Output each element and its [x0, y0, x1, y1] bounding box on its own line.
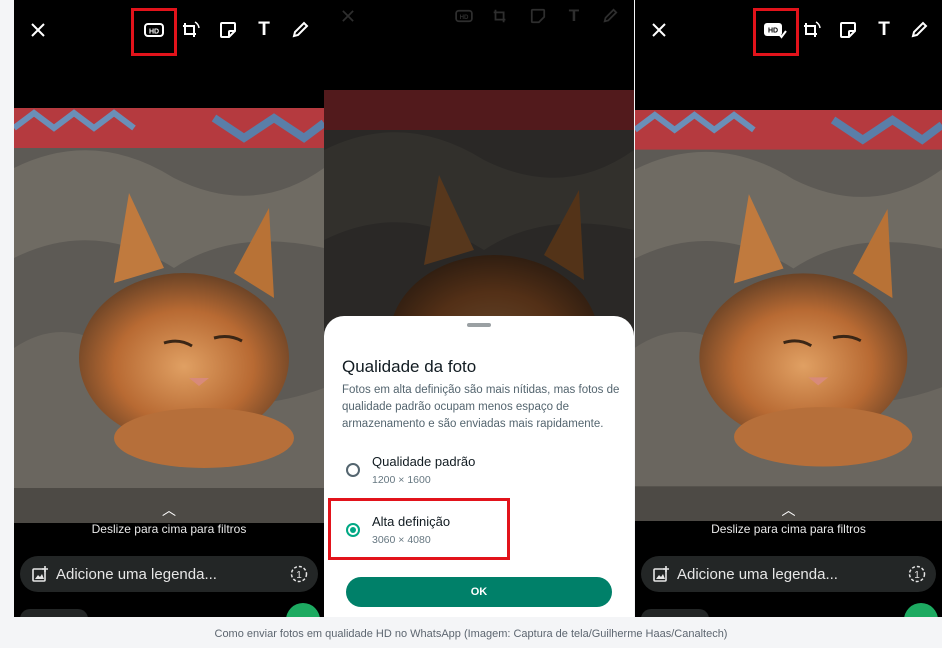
chevron-up-icon: ︿ — [162, 502, 176, 518]
cat-photo — [635, 108, 942, 523]
option-label: Qualidade padrão — [372, 454, 476, 469]
sheet-description: Fotos em alta definição são mais nítidas… — [342, 384, 620, 430]
hd-highlight-box — [753, 8, 799, 56]
option-resolution: 1200 × 1600 — [372, 474, 431, 486]
quality-sheet-panel: HD T Qualidade da foto Fotos em alta def… — [324, 0, 634, 617]
photo-quality-sheet: Qualidade da foto Fotos em alta definiçã… — [324, 316, 634, 617]
chevron-up-icon: ︿ — [781, 502, 796, 518]
crop-rotate-icon[interactable] — [174, 14, 206, 46]
sticker-icon[interactable] — [832, 14, 864, 46]
view-once-icon[interactable]: 1 — [290, 565, 308, 583]
editor-toolbar: HD T — [14, 0, 324, 62]
image-caption: Como enviar fotos em qualidade HD no Wha… — [214, 628, 728, 640]
close-icon[interactable] — [643, 14, 675, 46]
editor-panel-after: HD T ︿ Deslize para cima para filtros Ad… — [635, 0, 942, 617]
close-icon[interactable] — [22, 14, 54, 46]
caption-input[interactable]: Adicione uma legenda... 1 — [20, 556, 318, 592]
text-icon[interactable]: T — [868, 14, 900, 46]
send-button[interactable] — [904, 603, 938, 617]
hd-highlight-box — [131, 8, 177, 56]
svg-text:1: 1 — [296, 570, 302, 581]
cat-photo — [14, 108, 324, 523]
crop-rotate-icon[interactable] — [795, 14, 827, 46]
send-button[interactable] — [286, 603, 320, 617]
filters-hint: Deslize para cima para filtros — [711, 522, 866, 536]
sheet-title: Qualidade da foto — [342, 357, 477, 376]
caption-placeholder: Adicione uma legenda... — [677, 565, 838, 583]
sticker-icon[interactable] — [212, 14, 244, 46]
add-image-icon[interactable] — [653, 566, 669, 582]
option-standard-quality[interactable]: Qualidade padrão 1200 × 1600 — [342, 454, 612, 494]
svg-text:1: 1 — [914, 570, 920, 581]
recipient-chip[interactable] — [20, 609, 88, 617]
view-once-icon[interactable]: 1 — [908, 565, 926, 583]
text-icon[interactable]: T — [248, 14, 280, 46]
recipient-chip[interactable] — [641, 609, 709, 617]
drag-handle[interactable] — [467, 323, 491, 327]
ok-button[interactable]: OK — [346, 577, 612, 607]
caption-placeholder: Adicione uma legenda... — [56, 565, 217, 583]
caption-input[interactable]: Adicione uma legenda... 1 — [641, 556, 936, 592]
editor-panel-before: HD T ︿ Deslize para cima para filtros Ad… — [14, 0, 324, 617]
pencil-icon[interactable] — [903, 14, 935, 46]
hd-option-highlight-box — [328, 498, 510, 560]
editor-toolbar: HD T — [635, 0, 942, 62]
radio-standard[interactable] — [346, 463, 360, 477]
pencil-icon[interactable] — [284, 14, 316, 46]
filters-hint: Deslize para cima para filtros — [91, 522, 247, 536]
add-image-icon[interactable] — [32, 566, 48, 582]
